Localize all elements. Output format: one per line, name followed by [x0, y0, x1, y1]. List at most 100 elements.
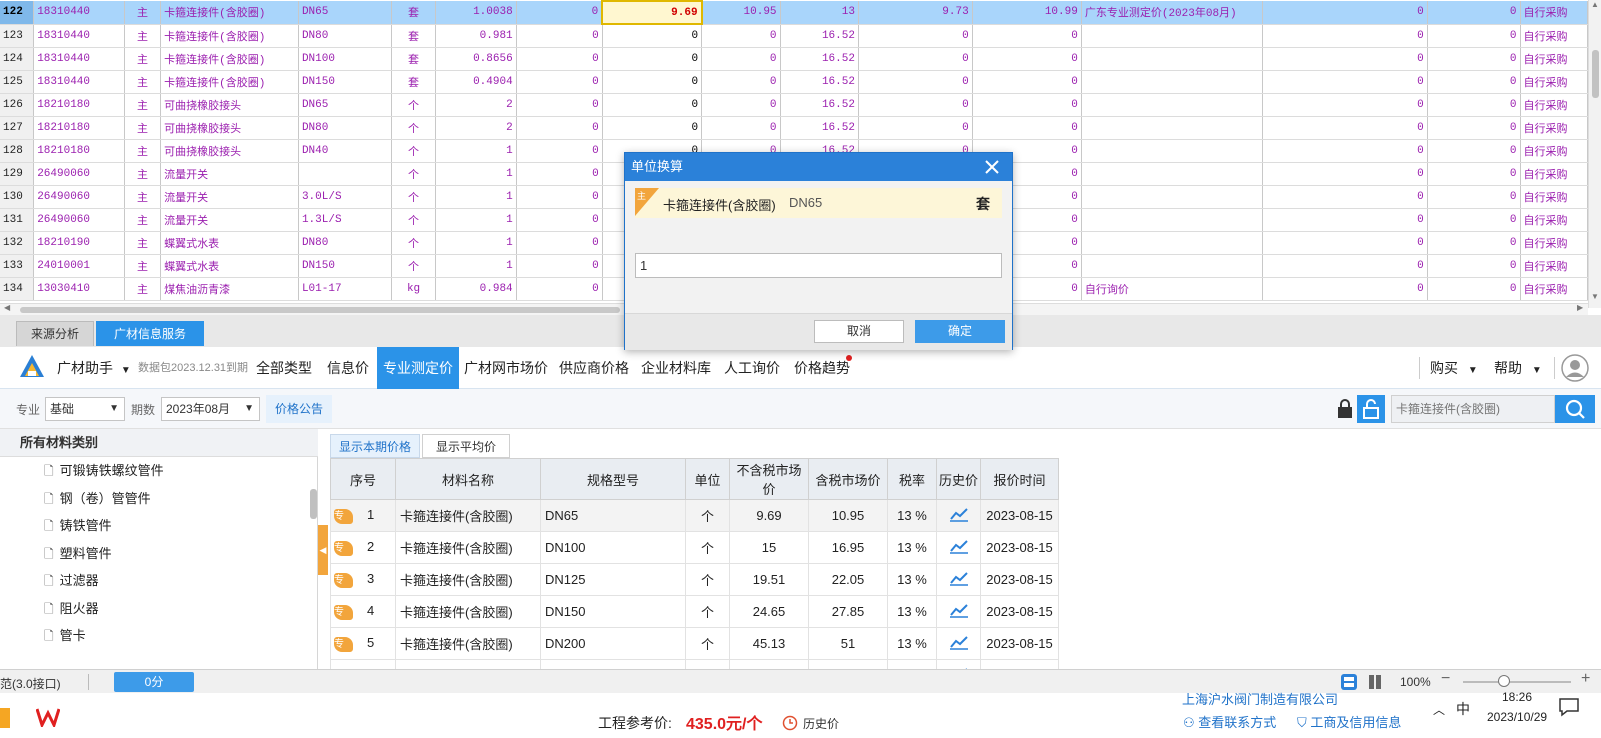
- credit-info-link[interactable]: ⛉ 工商及信用信息: [1297, 712, 1401, 731]
- grid-cell-type[interactable]: 主: [124, 231, 162, 255]
- grid-cell-unit[interactable]: 个: [391, 93, 437, 117]
- result-cell-history[interactable]: [936, 627, 981, 660]
- grid-cell-source[interactable]: 广东专业测定价(2023年08月): [1081, 1, 1263, 25]
- grid-cell-c1[interactable]: 0: [516, 231, 603, 255]
- grid-cell-c3[interactable]: 0: [701, 70, 781, 94]
- grid-cell-code[interactable]: 18310440: [33, 24, 125, 48]
- grid-cell-c8[interactable]: 0: [1262, 47, 1428, 71]
- grid-cell-method[interactable]: 自行采购: [1520, 162, 1588, 186]
- result-column-header[interactable]: 材料名称: [395, 458, 541, 500]
- close-icon[interactable]: [983, 158, 1001, 176]
- grid-cell-code[interactable]: 26490060: [33, 208, 125, 232]
- grid-cell-c1[interactable]: 0: [516, 139, 603, 163]
- grid-cell-code[interactable]: 18210180: [33, 93, 125, 117]
- trend-chart-icon[interactable]: [949, 634, 969, 650]
- grid-cell-c1[interactable]: 0: [516, 70, 603, 94]
- grid-cell-name[interactable]: 卡箍连接件(含胶圈): [160, 1, 299, 25]
- trend-chart-icon[interactable]: [949, 538, 969, 554]
- grid-cell-method[interactable]: 自行采购: [1520, 116, 1588, 140]
- grid-cell-c9[interactable]: 0: [1427, 47, 1521, 71]
- grid-cell-no[interactable]: 125: [0, 70, 35, 94]
- grid-cell-unit[interactable]: 个: [391, 231, 437, 255]
- nav-manual-inquiry[interactable]: 人工询价: [724, 347, 780, 389]
- grid-cell-spec[interactable]: DN150: [298, 70, 393, 94]
- grid-cell-c5[interactable]: 9.73: [858, 1, 973, 25]
- grid-cell-no[interactable]: 129: [0, 162, 35, 186]
- nav-market-price[interactable]: 广材网市场价: [464, 347, 548, 389]
- grid-cell-price[interactable]: 0: [602, 47, 703, 71]
- grid-cell-no[interactable]: 124: [0, 47, 35, 71]
- grid-cell-source[interactable]: [1081, 70, 1263, 94]
- grid-cell-unit[interactable]: 个: [391, 254, 437, 278]
- grid-cell-name[interactable]: 可曲挠橡胶接头: [160, 116, 299, 140]
- grid-cell-spec[interactable]: DN80: [298, 116, 393, 140]
- grid-cell-method[interactable]: 自行采购: [1520, 277, 1588, 301]
- grid-cell-price[interactable]: 9.69: [601, 0, 703, 25]
- grid-cell-name[interactable]: 卡箍连接件(含胶圈): [160, 70, 299, 94]
- grid-cell-c8[interactable]: 0: [1262, 1, 1428, 25]
- grid-cell-unit[interactable]: 个: [391, 185, 437, 209]
- grid-cell-no[interactable]: 128: [0, 139, 35, 163]
- grid-cell-method[interactable]: 自行采购: [1520, 208, 1588, 232]
- grid-cell-code[interactable]: 18310440: [33, 47, 125, 71]
- category-item[interactable]: 🗋 管卡: [44, 623, 86, 649]
- grid-cell-unit[interactable]: 个: [391, 116, 437, 140]
- grid-cell-c9[interactable]: 0: [1427, 231, 1521, 255]
- result-column-header[interactable]: 规格型号: [540, 458, 686, 500]
- grid-cell-source[interactable]: [1081, 254, 1263, 278]
- grid-cell-code[interactable]: 18210190: [33, 231, 125, 255]
- zoom-out-icon[interactable]: −: [1441, 670, 1450, 688]
- category-item[interactable]: 🗋 塑料管件: [44, 541, 112, 567]
- grid-cell-spec[interactable]: DN65: [298, 1, 393, 25]
- result-row[interactable]: 专6卡箍连接件(含胶圈)DN250个65.6274.1513 % 2023-08-…: [330, 659, 1059, 669]
- grid-cell-c6[interactable]: 0: [972, 47, 1082, 71]
- grid-cell-spec[interactable]: L01-17: [298, 277, 393, 301]
- grid-cell-spec[interactable]: [298, 162, 393, 186]
- grid-cell-c8[interactable]: 0: [1262, 208, 1428, 232]
- grid-cell-c4[interactable]: 16.52: [780, 24, 859, 48]
- grid-cell-spec[interactable]: DN80: [298, 231, 393, 255]
- grid-cell-source[interactable]: [1081, 185, 1263, 209]
- grid-cell-c9[interactable]: 0: [1427, 139, 1521, 163]
- grid-cell-c3[interactable]: 0: [701, 93, 781, 117]
- grid-cell-c9[interactable]: 0: [1427, 254, 1521, 278]
- grid-cell-c3[interactable]: 0: [701, 47, 781, 71]
- score-badge[interactable]: 0分: [114, 672, 194, 692]
- grid-cell-c9[interactable]: 0: [1427, 1, 1521, 25]
- nav-supplier-price[interactable]: 供应商价格: [559, 347, 629, 389]
- grid-cell-no[interactable]: 134: [0, 277, 35, 301]
- grid-cell-c1[interactable]: 0: [516, 116, 603, 140]
- grid-cell-unit[interactable]: 套: [391, 70, 437, 94]
- zoom-in-icon[interactable]: +: [1581, 670, 1590, 688]
- grid-cell-qty[interactable]: 2: [435, 116, 517, 140]
- grid-cell-name[interactable]: 煤焦油沥青漆: [160, 277, 299, 301]
- grid-cell-qty[interactable]: 0.984: [435, 277, 517, 301]
- result-column-header[interactable]: 单位: [685, 458, 730, 500]
- grid-cell-spec[interactable]: DN40: [298, 139, 393, 163]
- grid-cell-qty[interactable]: 0.8656: [435, 47, 517, 71]
- grid-cell-qty[interactable]: 1: [435, 139, 517, 163]
- grid-cell-c3[interactable]: 10.95: [701, 1, 781, 25]
- grid-cell-source[interactable]: [1081, 208, 1263, 232]
- grid-cell-c8[interactable]: 0: [1262, 139, 1428, 163]
- result-column-header[interactable]: 报价时间: [980, 458, 1059, 500]
- grid-cell-unit[interactable]: 套: [391, 1, 437, 25]
- grid-cell-c5[interactable]: 0: [858, 116, 973, 140]
- grid-cell-method[interactable]: 自行采购: [1520, 231, 1588, 255]
- grid-cell-unit[interactable]: 个: [391, 208, 437, 232]
- grid-cell-name[interactable]: 可曲挠橡胶接头: [160, 139, 299, 163]
- result-column-header[interactable]: 序号: [330, 458, 396, 500]
- result-cell-history[interactable]: [936, 659, 981, 669]
- category-item[interactable]: 🗋 过滤器: [44, 568, 99, 594]
- layout-single-icon[interactable]: [1340, 673, 1358, 691]
- wps-icon[interactable]: [36, 707, 60, 727]
- collapse-sidebar-icon[interactable]: ◀: [318, 525, 328, 575]
- grid-cell-c1[interactable]: 0: [516, 47, 603, 71]
- grid-cell-type[interactable]: 主: [124, 254, 162, 278]
- scroll-left-icon[interactable]: ◀: [4, 303, 10, 312]
- grid-cell-c1[interactable]: 0: [516, 1, 603, 25]
- grid-cell-no[interactable]: 126: [0, 93, 35, 117]
- grid-cell-type[interactable]: 主: [124, 70, 162, 94]
- category-item[interactable]: 🗋 可锻铸铁螺纹管件: [44, 458, 164, 484]
- grid-cell-type[interactable]: 主: [124, 208, 162, 232]
